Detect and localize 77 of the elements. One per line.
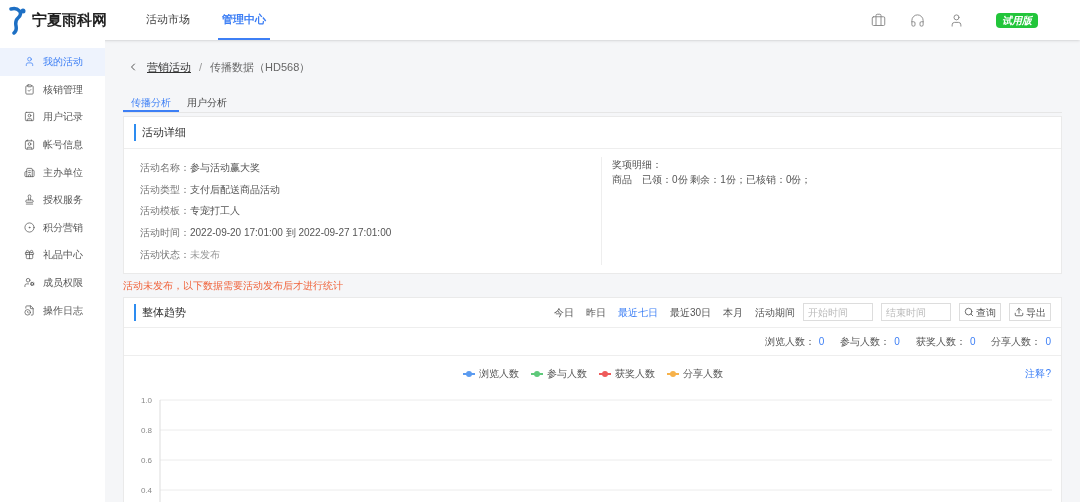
- field-value: 参与活动赢大奖: [190, 161, 260, 176]
- sidebar-item[interactable]: 积分营销: [0, 213, 105, 242]
- brand-name: 宁夏雨科网: [32, 9, 107, 31]
- sidebar-item[interactable]: 成员权限: [0, 268, 105, 297]
- sidebar-item[interactable]: 主办单位: [0, 158, 105, 186]
- stat-label: 浏览人数：: [764, 334, 815, 349]
- axis-tick-label: 0.4: [140, 485, 152, 495]
- tab[interactable]: 用户分析: [179, 94, 235, 112]
- axis-tick-label: 0.6: [140, 455, 152, 465]
- start-date-field[interactable]: 开始时间: [803, 303, 873, 322]
- legend-label: 浏览人数: [478, 367, 519, 382]
- user-gear-icon: [24, 277, 35, 289]
- breadcrumb-link[interactable]: 营销活动: [147, 58, 191, 76]
- warning-text: 活动未发布，以下数据需要活动发布后才进行统计: [123, 278, 344, 293]
- sidebar-item[interactable]: 我的活动: [0, 48, 105, 76]
- date-range-option[interactable]: 活动期间: [755, 304, 795, 320]
- log-icon: [24, 304, 35, 316]
- sidebar-item[interactable]: 用户记录: [0, 103, 105, 131]
- stat-value: 0: [1045, 334, 1051, 349]
- stamp-icon: [24, 194, 35, 206]
- logo-icon: [8, 5, 28, 35]
- date-range-option[interactable]: 今日: [553, 304, 574, 320]
- trial-badge: 试用版: [996, 12, 1038, 28]
- stat-value: 0: [894, 334, 900, 349]
- sidebar-item[interactable]: 礼品中心: [0, 241, 105, 269]
- search-icon: [964, 307, 974, 318]
- stat-label: 分享人数：: [991, 334, 1042, 349]
- legend-label: 分享人数: [682, 367, 723, 382]
- field-label: 活动状态：: [140, 247, 190, 262]
- target-icon: [24, 221, 35, 233]
- sidebar-item[interactable]: 授权服务: [0, 185, 105, 214]
- prize-title: 奖项明细：: [612, 158, 663, 172]
- field-value: 专宠打工人: [190, 204, 240, 219]
- sidebar-item[interactable]: 核销管理: [0, 75, 105, 104]
- axis-tick-label: 1.0: [140, 395, 152, 405]
- stat-label: 参与人数：: [840, 334, 891, 349]
- clipboard-icon: [24, 83, 35, 95]
- legend-label: 获奖人数: [614, 367, 655, 382]
- gift-icon: [24, 249, 35, 261]
- breadcrumb-current: 传播数据（HD568）: [210, 59, 311, 75]
- contact-card-icon: [24, 139, 35, 151]
- end-date-field[interactable]: 结束时间: [881, 303, 951, 322]
- id-card-icon: [24, 111, 35, 123]
- user-icon: [24, 56, 35, 68]
- headset-icon[interactable]: [910, 12, 925, 28]
- field-value: 未发布: [190, 247, 220, 262]
- legend-label: 参与人数: [546, 367, 587, 382]
- breadcrumb-separator: /: [199, 59, 203, 75]
- field-label: 活动模板：: [140, 204, 190, 219]
- section-title: 整体趋势: [134, 304, 186, 321]
- stat-value: 0: [818, 334, 825, 349]
- export-button[interactable]: 导出: [1009, 303, 1051, 322]
- date-range-option[interactable]: 本月: [723, 304, 743, 320]
- sidebar-item[interactable]: 帐号信息: [0, 130, 105, 159]
- date-range-option[interactable]: 最近七日: [617, 304, 658, 320]
- field-label: 活动时间：: [140, 226, 190, 241]
- stat-value: 0: [969, 334, 976, 349]
- nav-tab[interactable]: 活动市场: [142, 0, 194, 40]
- date-range-option[interactable]: 最近30日: [669, 304, 711, 320]
- briefcase-icon[interactable]: [871, 12, 886, 28]
- section-title: 活动详细: [134, 124, 186, 141]
- tab[interactable]: 传播分析: [123, 94, 179, 112]
- upload-icon: [1014, 307, 1024, 318]
- prize-detail: 商品 已领：0份 剩余：1份；已核销：0份；: [612, 173, 812, 187]
- field-value: 支付后配送商品活动: [190, 182, 280, 197]
- stat-label: 获奖人数：: [915, 334, 966, 349]
- field-label: 活动名称：: [140, 161, 190, 176]
- note-link[interactable]: 注释?: [1025, 366, 1051, 382]
- sidebar-item[interactable]: 操作日志: [0, 296, 105, 324]
- date-range-option[interactable]: 昨日: [585, 304, 606, 320]
- axis-tick-label: 0.8: [140, 425, 152, 435]
- building-icon: [24, 166, 35, 178]
- field-label: 活动类型：: [140, 182, 190, 197]
- user-icon[interactable]: [949, 12, 964, 28]
- nav-tab[interactable]: 管理中心: [218, 0, 270, 40]
- query-button[interactable]: 查询: [959, 303, 1001, 322]
- field-value: 2022-09-20 17:01:00 到 2022-09-27 17:01:00: [190, 226, 392, 241]
